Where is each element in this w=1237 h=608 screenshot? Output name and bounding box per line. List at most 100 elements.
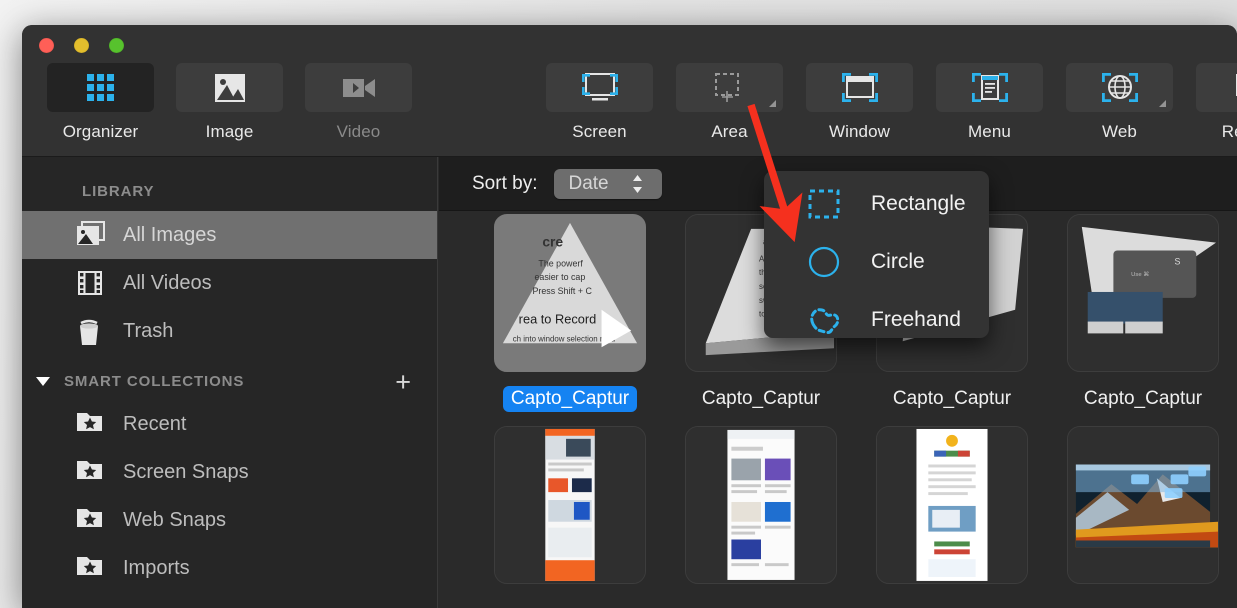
thumb-art <box>877 427 1027 583</box>
toolbar-button-area[interactable]: Area <box>676 63 783 142</box>
toolbar-button-menu[interactable]: Menu <box>936 63 1043 142</box>
trash-icon <box>76 317 106 345</box>
thumbnail-image[interactable]: cre The powerf easier to cap Press Shift… <box>494 214 646 372</box>
sidebar: LIBRARY All Images All Videos Trash SMAR… <box>22 157 438 608</box>
svg-text:S: S <box>1175 256 1181 266</box>
image-icon <box>176 63 283 112</box>
svg-text:The powerf: The powerf <box>538 258 583 268</box>
menu-item-circle[interactable]: Circle <box>764 236 989 287</box>
menu-triangle-icon[interactable] <box>769 100 776 107</box>
menu-triangle-icon[interactable] <box>1159 100 1166 107</box>
thumbnail-item[interactable] <box>666 426 856 584</box>
record-icon <box>1196 63 1237 112</box>
minimize-button[interactable] <box>74 38 89 53</box>
sort-by-value: Date <box>568 172 609 194</box>
sidebar-library-list: All Images All Videos Trash <box>22 211 437 355</box>
area-shape-menu: Rectangle Circle Freehand <box>764 171 989 338</box>
menu-item-rectangle[interactable]: Rectangle <box>764 178 989 229</box>
sidebar-item-label: Recent <box>123 412 187 435</box>
thumbnail-item[interactable] <box>475 426 665 584</box>
toolbar-button-window[interactable]: Window <box>806 63 913 142</box>
toolbar-button-label: Record <box>1221 122 1237 141</box>
thumbnail-item[interactable]: S Use ⌘ Capto_Captur <box>1048 214 1237 412</box>
menu-item-circle-label: Circle <box>871 249 925 273</box>
thumbnail-image[interactable] <box>685 426 837 584</box>
thumbnail-caption-text: Capto_Captur <box>502 386 638 412</box>
sidebar-item-all-videos[interactable]: All Videos <box>22 259 437 307</box>
star-folder-icon <box>76 506 106 534</box>
toolbar: Organizer Image Video Screen Area Window… <box>22 25 1237 157</box>
toolbar-button-web[interactable]: Web <box>1066 63 1173 142</box>
thumbnail-item[interactable]: cre The powerf easier to cap Press Shift… <box>475 214 665 412</box>
sidebar-smart-collections-header[interactable]: SMART COLLECTIONS + <box>22 355 437 400</box>
toolbar-button-label: Window <box>828 122 891 141</box>
thumbnail-item[interactable] <box>857 426 1047 584</box>
toolbar-button-image[interactable]: Image <box>176 63 283 142</box>
svg-text:Press Shift + C: Press Shift + C <box>532 286 592 296</box>
close-button[interactable] <box>39 38 54 53</box>
toolbar-button-organizer[interactable]: Organizer <box>47 63 154 142</box>
add-smart-collection-button[interactable]: + <box>395 368 411 395</box>
star-folder-icon <box>76 410 106 438</box>
sidebar-item-recent[interactable]: Recent <box>22 400 437 448</box>
thumbnail-image[interactable] <box>876 426 1028 584</box>
thumbnail-caption[interactable]: Capto_Captur <box>666 386 856 412</box>
svg-text:ch into window selection mod: ch into window selection mod <box>513 334 615 343</box>
app-window: Organizer Image Video Screen Area Window… <box>22 25 1237 608</box>
sidebar-item-imports[interactable]: Imports <box>22 544 437 592</box>
menu-item-freehand[interactable]: Freehand <box>764 294 989 345</box>
toolbar-button-label: Web <box>1102 122 1137 141</box>
sidebar-item-label: All Images <box>123 223 217 246</box>
toolbar-button-record[interactable]: Record <box>1196 63 1237 142</box>
toolbar-right-group: Screen Area Window Menu Web R <box>546 63 1237 142</box>
toolbar-button-screen[interactable]: Screen <box>546 63 653 142</box>
thumb-art <box>686 427 836 583</box>
sidebar-item-screen-snaps[interactable]: Screen Snaps <box>22 448 437 496</box>
menu-item-rectangle-label: Rectangle <box>871 191 966 215</box>
sidebar-item-web-snaps[interactable]: Web Snaps <box>22 496 437 544</box>
star-folder-icon <box>76 458 106 486</box>
sidebar-item-label: Screen Snaps <box>123 460 249 483</box>
sidebar-item-all-images[interactable]: All Images <box>22 211 437 259</box>
thumbnail-caption-text: Capto_Captur <box>892 388 1012 409</box>
svg-text:cre: cre <box>542 234 563 250</box>
sort-by-select[interactable]: Date <box>554 168 663 199</box>
svg-text:rea to Record: rea to Record <box>519 312 597 327</box>
thumbnail-caption[interactable]: Capto_Captur <box>1048 386 1237 412</box>
toolbar-button-label: Area <box>711 122 748 141</box>
area-icon <box>676 63 783 112</box>
svg-text:easier to cap: easier to cap <box>534 272 585 282</box>
sidebar-item-label: Trash <box>123 319 174 342</box>
toolbar-left-group: Organizer Image Video <box>47 63 412 142</box>
toolbar-button-label: Screen <box>572 122 627 141</box>
thumbnail-item[interactable] <box>1048 426 1237 584</box>
freehand-blob-icon <box>807 304 841 336</box>
menu-icon <box>936 63 1043 112</box>
window-controls <box>39 38 124 53</box>
sidebar-library-header: LIBRARY <box>82 183 155 200</box>
updown-glyph <box>632 174 642 193</box>
sidebar-smart-list: Recent Screen Snaps Web Snaps Imports <box>22 400 437 592</box>
menu-item-freehand-label: Freehand <box>871 307 961 331</box>
toolbar-button-label: Menu <box>968 122 1011 141</box>
grid-icon <box>47 63 154 112</box>
thumbnail-image[interactable]: S Use ⌘ <box>1067 214 1219 372</box>
chevron-updown-icon <box>631 174 644 194</box>
thumbnail-caption[interactable]: Capto_Captur <box>857 386 1047 412</box>
sidebar-item-label: Web Snaps <box>123 508 227 531</box>
thumb-art <box>1068 427 1218 583</box>
zoom-button[interactable] <box>109 38 124 53</box>
web-icon <box>1066 63 1173 112</box>
toolbar-button-label: Organizer <box>62 122 139 141</box>
toolbar-button-label: Video <box>336 122 381 141</box>
sidebar-smart-header-label: SMART COLLECTIONS <box>64 373 245 390</box>
star-folder-icon <box>76 554 106 582</box>
thumb-art <box>495 427 645 583</box>
thumbnail-caption[interactable]: Capto_Captur <box>475 386 665 412</box>
thumbnail-image[interactable] <box>1067 426 1219 584</box>
circle-outline-icon <box>807 246 841 278</box>
thumbnail-image[interactable] <box>494 426 646 584</box>
toolbar-button-video[interactable]: Video <box>305 63 412 142</box>
sidebar-item-trash[interactable]: Trash <box>22 307 437 355</box>
disclosure-triangle-icon[interactable] <box>36 377 50 386</box>
